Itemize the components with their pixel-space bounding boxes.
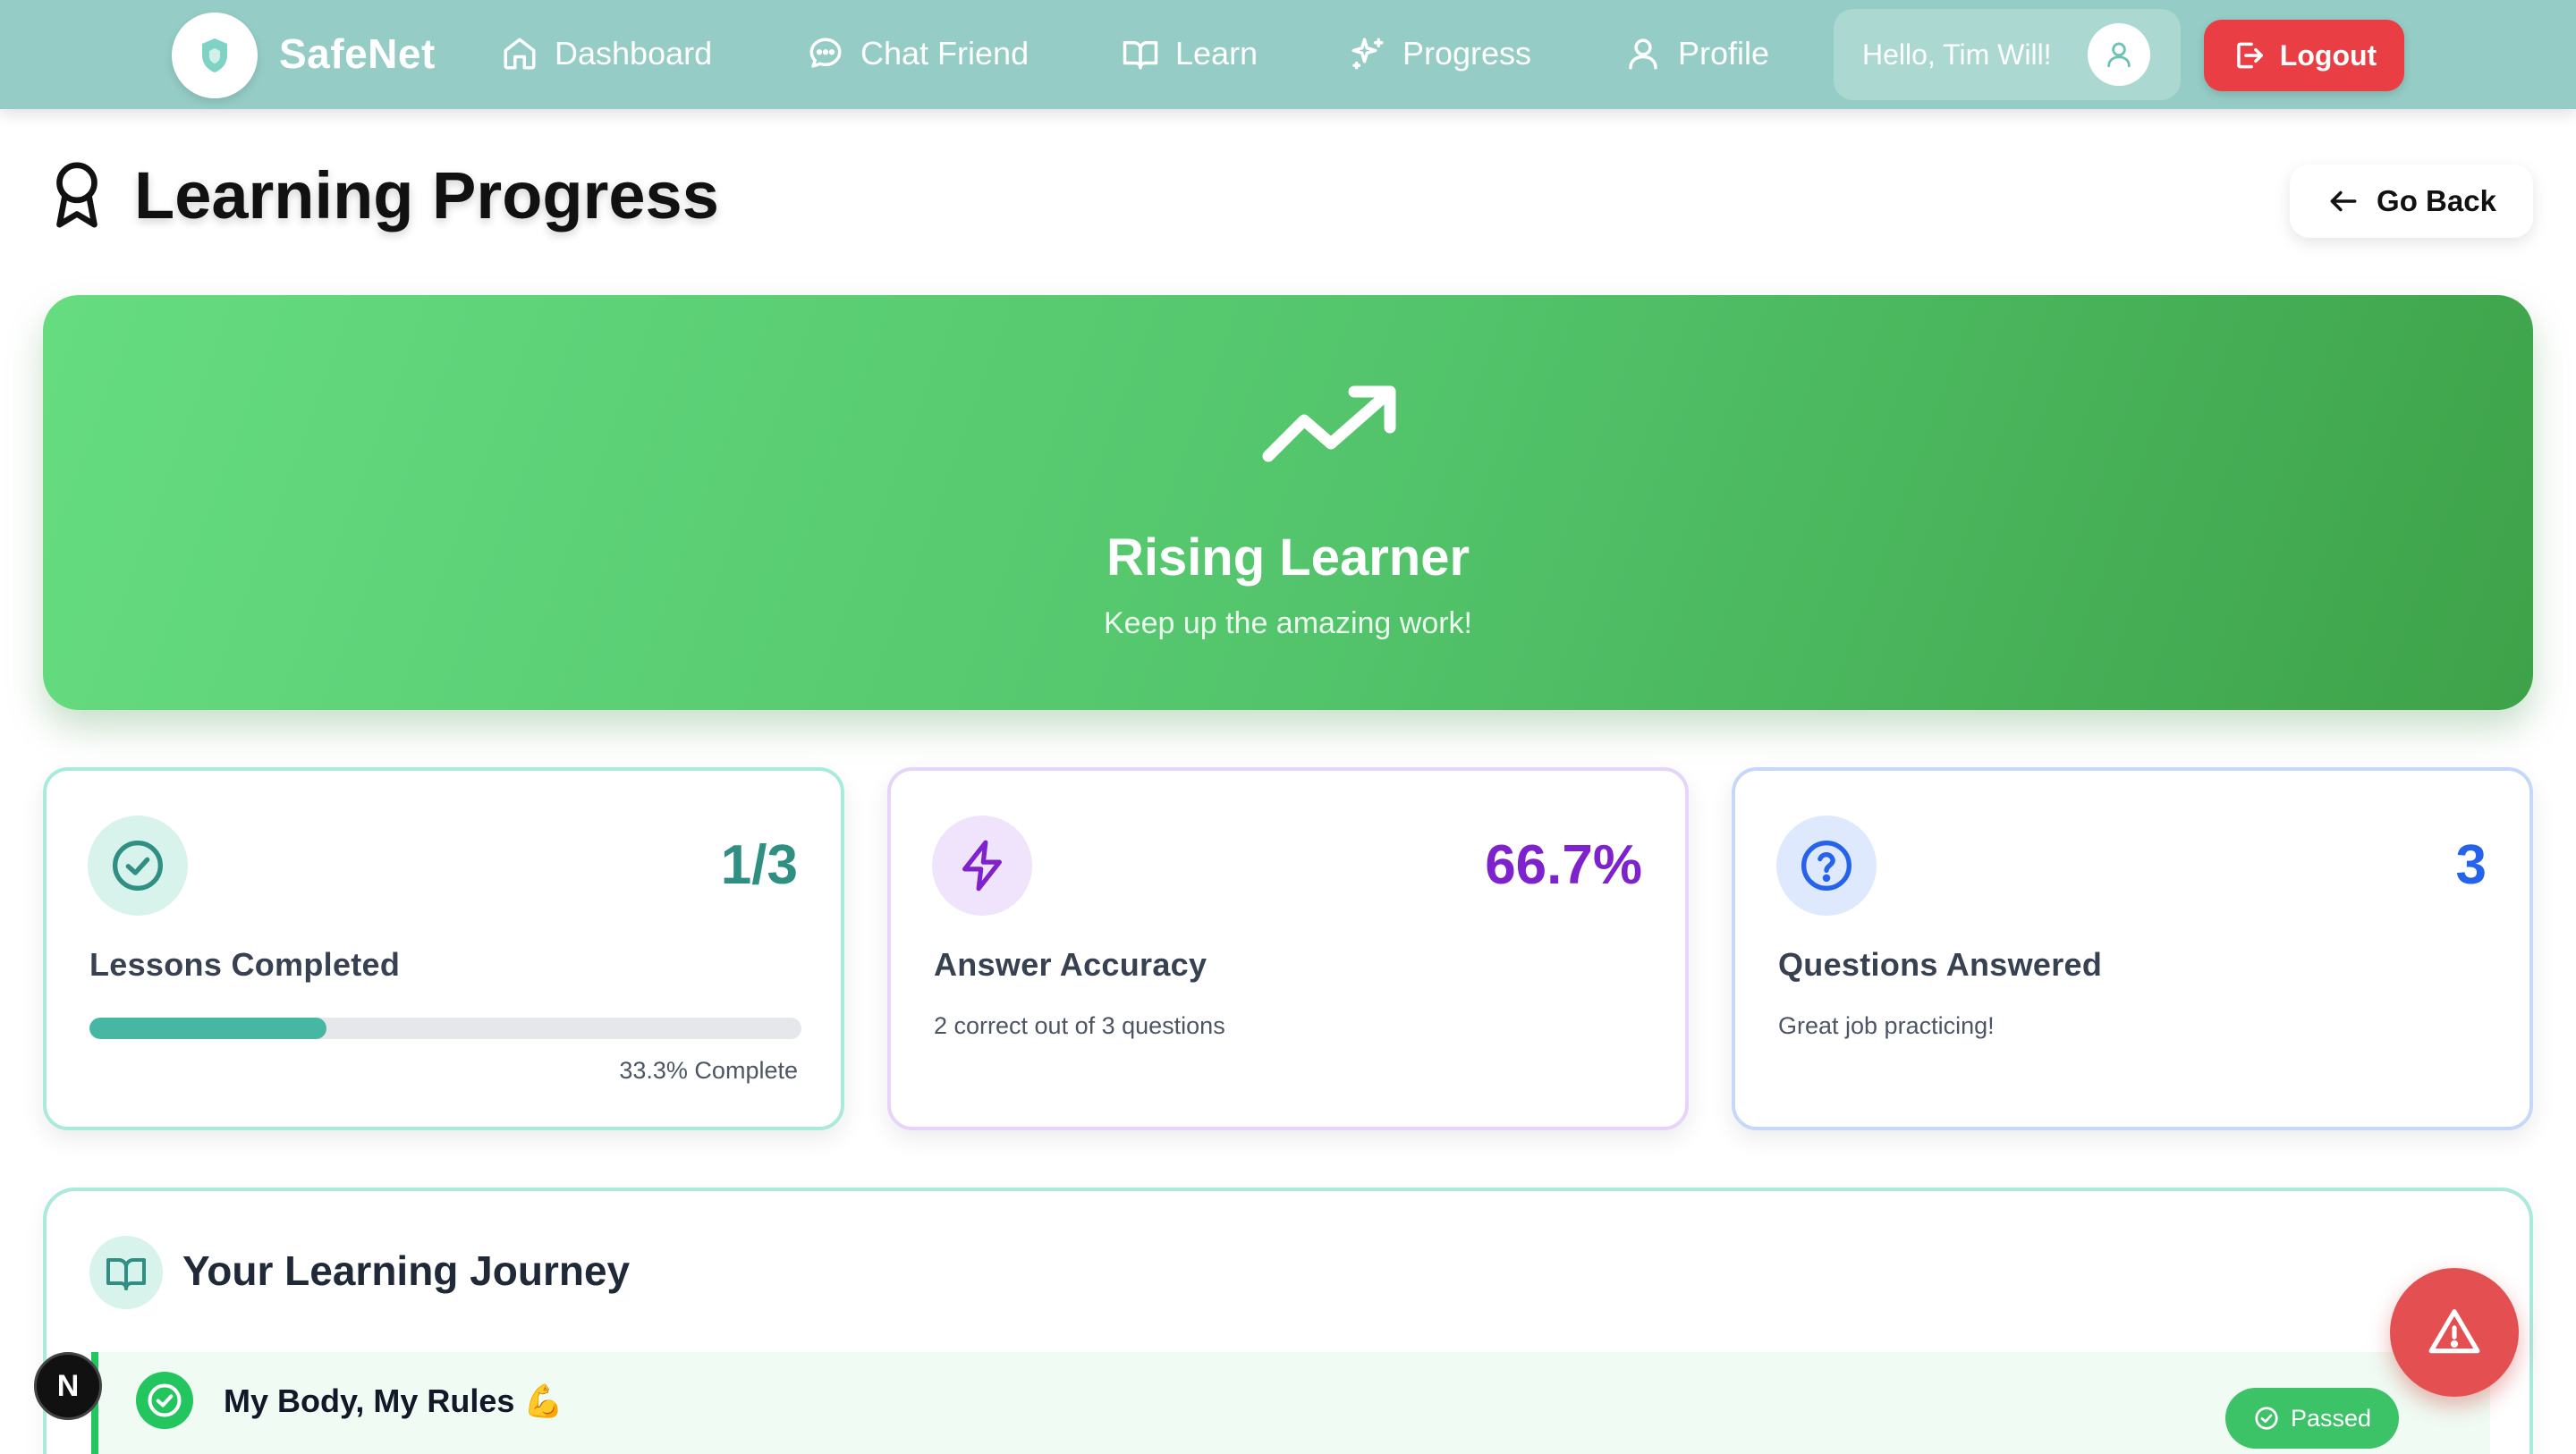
check-circle-icon — [113, 841, 163, 891]
lessons-completed-label: Lessons Completed — [89, 946, 401, 983]
arrow-left-icon — [2330, 190, 2357, 212]
logout-button[interactable]: Logout — [2204, 20, 2404, 91]
logout-label: Logout — [2279, 38, 2377, 72]
lessons-progress-fill — [89, 1018, 327, 1039]
user-greeting[interactable]: Hello, Tim Will! — [1834, 9, 2181, 100]
journey-icon-bubble — [89, 1236, 163, 1309]
answer-accuracy-label: Answer Accuracy — [934, 946, 1208, 983]
nav-progress[interactable]: Progress — [1349, 27, 1531, 80]
greeting-text: Hello, Tim Will! — [1862, 38, 2052, 71]
lessons-completed-card: 1/3 Lessons Completed 33.3% Complete — [43, 767, 844, 1130]
answer-accuracy-desc: 2 correct out of 3 questions — [934, 1012, 1225, 1039]
lessons-progress-bar — [89, 1018, 801, 1039]
top-navigation-bar: SafeNet Dashboard Chat Friend Learn Prog… — [0, 0, 2576, 109]
nav-chat-friend[interactable]: Chat Friend — [807, 27, 1029, 80]
nav-progress-label: Progress — [1402, 35, 1532, 72]
go-back-button[interactable]: Go Back — [2290, 165, 2533, 238]
book-icon — [1123, 41, 1158, 70]
lesson-status-badge: Passed — [2225, 1388, 2399, 1449]
nav-profile-label: Profile — [1678, 35, 1770, 72]
lesson-row[interactable]: My Body, My Rules 💪 — [91, 1352, 2490, 1454]
lessons-progress-text: 33.3% Complete — [619, 1057, 798, 1084]
user-avatar-icon — [2107, 42, 2131, 68]
safenet-logo[interactable] — [172, 13, 258, 98]
lessons-completed-value: 1/3 — [720, 834, 798, 896]
answer-accuracy-card: 66.7% Answer Accuracy 2 correct out of 3… — [887, 767, 1689, 1130]
questions-answered-card: 3 Questions Answered Great job practicin… — [1732, 767, 2533, 1130]
nav-learn[interactable]: Learn — [1122, 27, 1258, 80]
page-title: Learning Progress — [134, 157, 719, 232]
lesson-title: My Body, My Rules 💪 — [224, 1382, 564, 1419]
logout-icon — [2236, 42, 2263, 69]
nav-dashboard-label: Dashboard — [555, 35, 713, 72]
lesson-complete-check — [136, 1372, 193, 1429]
chat-bubble-icon — [809, 38, 842, 68]
brand-name[interactable]: SafeNet — [279, 27, 436, 80]
open-book-icon — [106, 1258, 146, 1290]
learner-level-title: Rising Learner — [1106, 528, 1470, 587]
sparkles-icon — [1352, 38, 1384, 70]
page-header: Learning Progress — [50, 157, 719, 232]
question-circle-icon — [1801, 841, 1852, 891]
nav-dashboard[interactable]: Dashboard — [501, 27, 712, 80]
questions-answered-desc: Great job practicing! — [1778, 1012, 1995, 1039]
go-back-label: Go Back — [2377, 184, 2496, 217]
lightning-bolt-icon — [962, 840, 1002, 892]
questions-answered-value: 3 — [2455, 834, 2487, 896]
emergency-help-button[interactable] — [2390, 1268, 2519, 1397]
user-icon — [1629, 38, 1657, 70]
learner-level-banner: Rising Learner Keep up the amazing work! — [43, 295, 2533, 710]
check-circle-small-icon — [2255, 1407, 2278, 1430]
dev-tools-badge[interactable]: N — [34, 1352, 102, 1420]
questions-icon-bubble — [1776, 816, 1877, 916]
check-circle-icon — [148, 1383, 182, 1417]
warning-triangle-icon — [2428, 1309, 2480, 1354]
trending-up-icon — [1262, 385, 1396, 462]
avatar[interactable] — [2088, 23, 2150, 86]
journey-title: Your Learning Journey — [182, 1247, 631, 1294]
learning-journey-section: Your Learning Journey My Body, My Rules … — [43, 1188, 2533, 1454]
shield-logo-icon — [202, 38, 227, 72]
nav-profile[interactable]: Profile — [1624, 27, 1769, 80]
lesson-status-label: Passed — [2290, 1404, 2372, 1432]
home-icon — [504, 38, 536, 70]
answer-accuracy-value: 66.7% — [1485, 834, 1642, 896]
nav-chat-friend-label: Chat Friend — [860, 35, 1030, 72]
accuracy-icon-bubble — [932, 816, 1032, 916]
award-ribbon-icon — [56, 162, 97, 228]
lessons-icon-bubble — [88, 816, 188, 916]
nav-learn-label: Learn — [1175, 35, 1258, 72]
learner-level-subtitle: Keep up the amazing work! — [1103, 606, 1473, 640]
questions-answered-label: Questions Answered — [1778, 946, 2103, 983]
